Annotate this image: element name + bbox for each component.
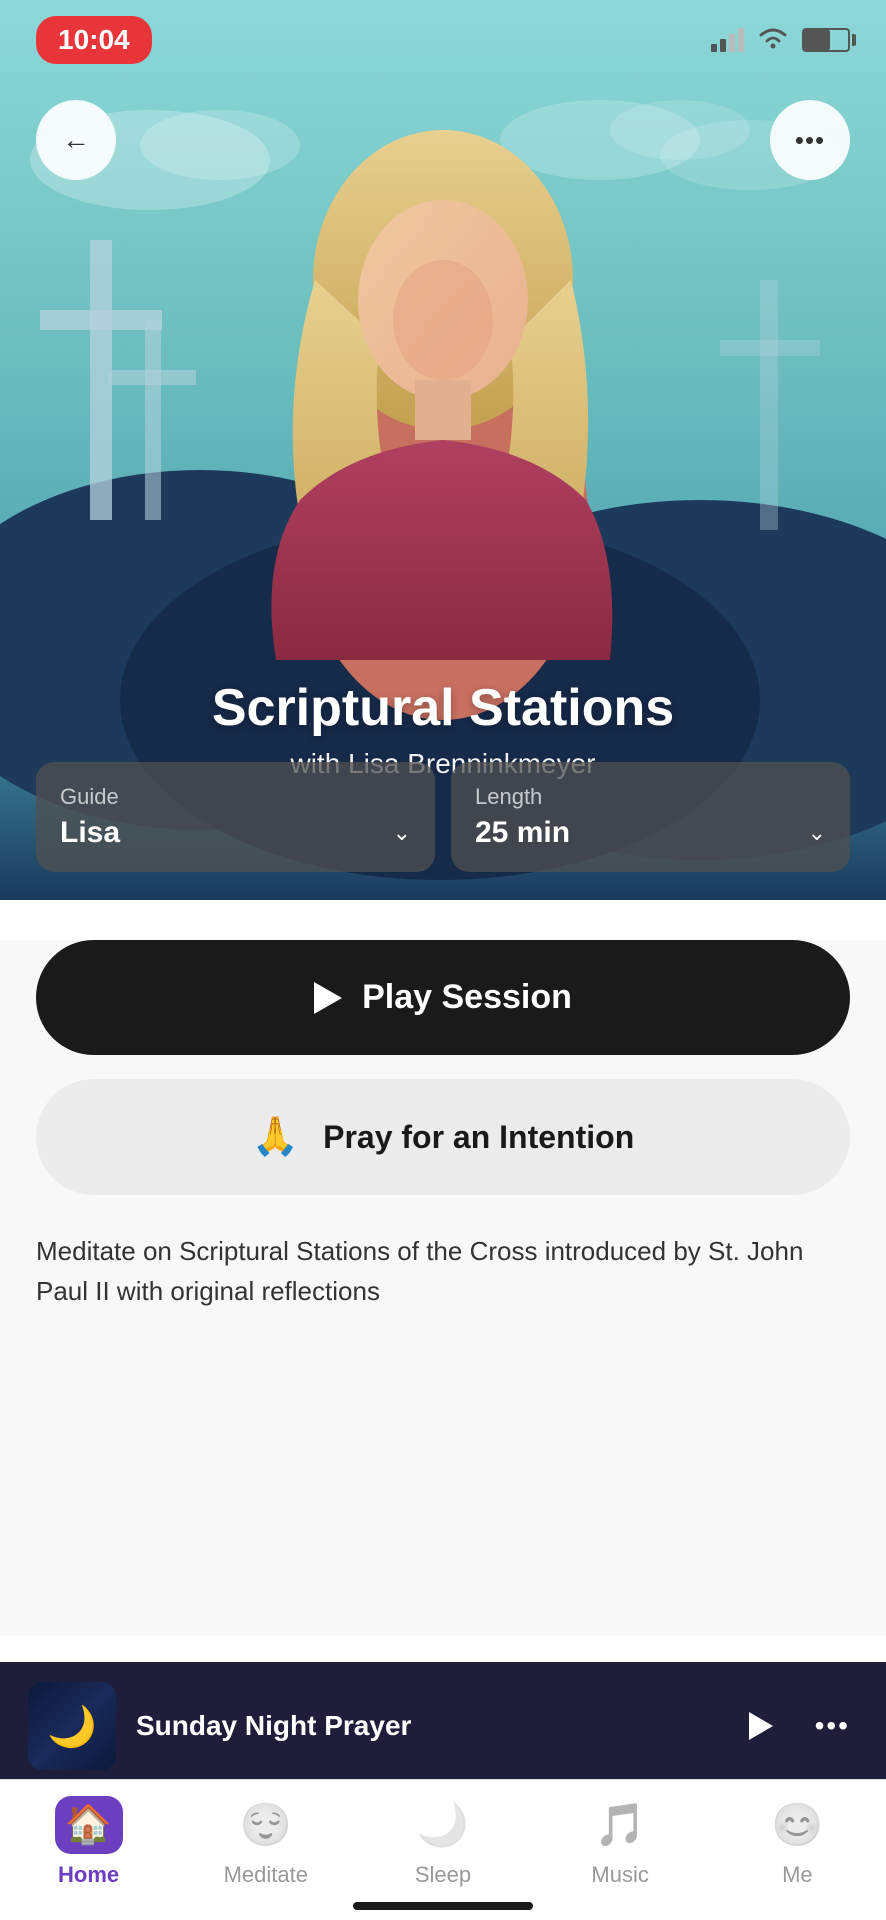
sleep-icon-wrap: 🌙: [409, 1796, 477, 1854]
pray-intention-button[interactable]: 🙏 Pray for an Intention: [36, 1079, 850, 1195]
back-button[interactable]: ←: [36, 100, 116, 180]
wifi-icon: [756, 24, 790, 57]
status-icons: [711, 24, 850, 57]
nav-item-meditate[interactable]: 😌 Meditate: [216, 1796, 316, 1888]
guide-filter-label: Guide: [60, 784, 411, 810]
play-icon: [314, 982, 342, 1014]
mini-player-title: Sunday Night Prayer: [136, 1710, 715, 1742]
guide-chevron-icon: ⌄: [393, 820, 411, 846]
length-filter-label: Length: [475, 784, 826, 810]
me-icon: 😊: [771, 1801, 823, 1850]
guide-filter-value-row: Lisa ⌄: [60, 816, 411, 850]
session-description: Meditate on Scriptural Stations of the C…: [36, 1231, 850, 1336]
nav-me-label: Me: [782, 1862, 813, 1888]
nav-item-me[interactable]: 😊 Me: [747, 1796, 847, 1888]
play-session-label: Play Session: [362, 978, 572, 1017]
mini-player: 🌙 Sunday Night Prayer •••: [0, 1662, 886, 1790]
status-time: 10:04: [36, 16, 152, 64]
length-chevron-icon: ⌄: [808, 820, 826, 846]
bottom-nav: 🏠 Home 😌 Meditate 🌙 Sleep 🎵 Music 😊: [0, 1779, 886, 1920]
nav-home-icon-bg: 🏠: [55, 1796, 123, 1854]
battery-icon: [802, 28, 850, 52]
length-filter-value: 25 min: [475, 816, 570, 850]
hero-section: ← ••• Scriptural Stations with Lisa Bren…: [0, 0, 886, 900]
more-button[interactable]: •••: [770, 100, 850, 180]
mini-player-play-button[interactable]: [735, 1700, 787, 1752]
signal-icon: [711, 28, 744, 52]
sleep-icon: 🌙: [417, 1801, 469, 1850]
home-indicator: [353, 1902, 533, 1910]
pray-intention-label: Pray for an Intention: [323, 1119, 634, 1156]
mini-player-more-button[interactable]: •••: [807, 1710, 858, 1742]
nav-music-label: Music: [591, 1862, 648, 1888]
mini-player-thumb-icon: 🌙: [47, 1703, 97, 1750]
nav-item-sleep[interactable]: 🌙 Sleep: [393, 1796, 493, 1888]
music-icon-wrap: 🎵: [586, 1796, 654, 1854]
me-icon-wrap: 😊: [763, 1796, 831, 1854]
play-session-button[interactable]: Play Session: [36, 940, 850, 1055]
pray-icon: 🙏: [252, 1115, 299, 1159]
session-title: Scriptural Stations: [0, 678, 886, 738]
music-icon: 🎵: [594, 1801, 646, 1850]
content-section: Play Session 🙏 Pray for an Intention Med…: [0, 940, 886, 1636]
length-filter-value-row: 25 min ⌄: [475, 816, 826, 850]
nav-item-home[interactable]: 🏠 Home: [39, 1796, 139, 1888]
status-bar: 10:04: [0, 0, 886, 80]
guide-filter-value: Lisa: [60, 816, 120, 850]
guide-filter[interactable]: Guide Lisa ⌄: [36, 762, 435, 872]
back-icon: ←: [62, 124, 90, 156]
length-filter[interactable]: Length 25 min ⌄: [451, 762, 850, 872]
more-icon: •••: [795, 125, 825, 156]
meditate-icon-wrap: 😌: [232, 1796, 300, 1854]
mini-player-thumbnail: 🌙: [28, 1682, 116, 1770]
mini-play-icon: [749, 1712, 773, 1740]
home-icon: 🏠: [65, 1803, 112, 1847]
nav-meditate-label: Meditate: [224, 1862, 308, 1888]
nav-home-label: Home: [58, 1862, 119, 1888]
nav-sleep-label: Sleep: [415, 1862, 471, 1888]
filter-row: Guide Lisa ⌄ Length 25 min ⌄: [36, 762, 850, 872]
nav-item-music[interactable]: 🎵 Music: [570, 1796, 670, 1888]
meditate-icon: 😌: [240, 1801, 292, 1850]
